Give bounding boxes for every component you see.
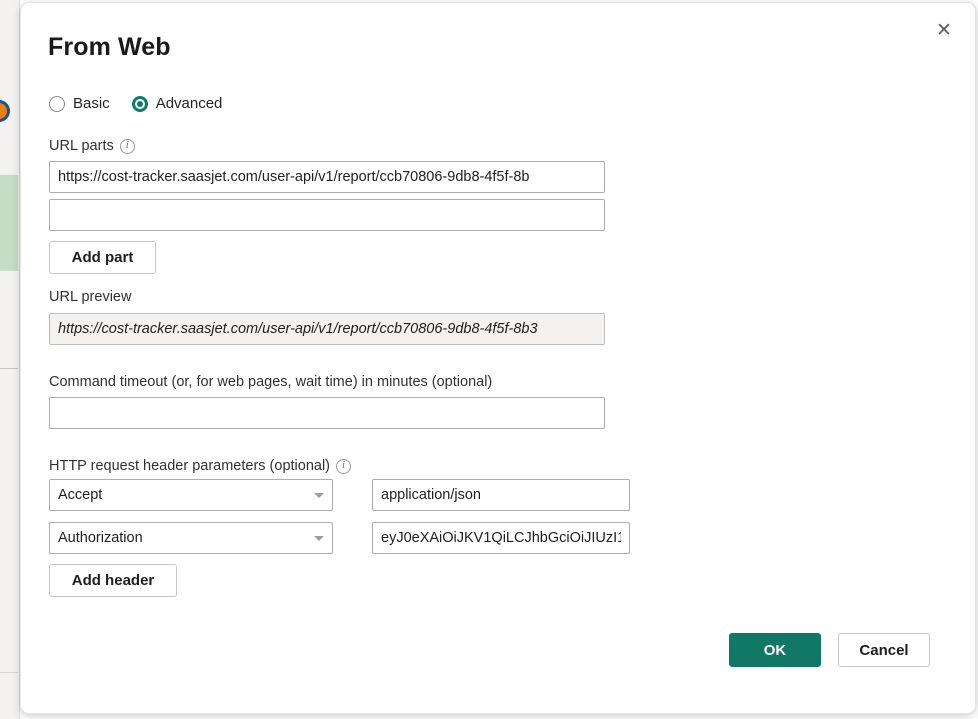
header-value-input-1[interactable] (372, 479, 630, 511)
background-divider (0, 368, 18, 369)
ok-button[interactable]: OK (729, 633, 821, 667)
chevron-down-icon (314, 493, 324, 498)
radio-label-basic: Basic (73, 95, 110, 112)
background-divider-lower (0, 672, 18, 673)
header-name-value-1: Accept (58, 487, 308, 503)
radio-option-basic[interactable]: Basic (49, 95, 110, 112)
page-title: From Web (48, 33, 171, 62)
command-timeout-input[interactable] (49, 397, 605, 429)
command-timeout-label: Command timeout (or, for web pages, wait… (49, 374, 492, 390)
radio-label-advanced: Advanced (156, 95, 223, 112)
mode-radio-group: Basic Advanced (49, 95, 222, 112)
header-value-input-2[interactable] (372, 522, 630, 554)
chevron-down-icon (314, 536, 324, 541)
radio-mark-advanced (132, 96, 148, 112)
url-part-input-1[interactable] (49, 161, 605, 193)
url-part-input-2[interactable] (49, 199, 605, 231)
info-icon[interactable]: i (336, 459, 351, 474)
url-preview-label: URL preview (49, 289, 131, 305)
header-name-select-2[interactable]: Authorization (49, 522, 333, 554)
from-web-dialog: ✕ From Web Basic Advanced URL parts i Ad… (20, 2, 976, 714)
close-icon[interactable]: ✕ (923, 11, 965, 49)
url-preview-value: https://cost-tracker.saasjet.com/user-ap… (49, 313, 605, 345)
header-name-value-2: Authorization (58, 530, 308, 546)
background-green-band (0, 175, 18, 271)
info-icon[interactable]: i (120, 139, 135, 154)
radio-mark-basic (49, 96, 65, 112)
add-part-button[interactable]: Add part (49, 241, 156, 274)
cancel-button[interactable]: Cancel (838, 633, 930, 667)
radio-option-advanced[interactable]: Advanced (132, 95, 223, 112)
add-header-button[interactable]: Add header (49, 564, 177, 597)
header-name-select-1[interactable]: Accept (49, 479, 333, 511)
url-parts-label: URL parts i (49, 138, 135, 154)
http-headers-label: HTTP request header parameters (optional… (49, 458, 351, 474)
